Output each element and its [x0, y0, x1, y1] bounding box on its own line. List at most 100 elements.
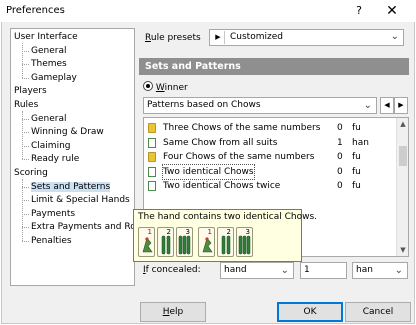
tree-connector	[22, 118, 29, 120]
bamboo-tile-icon: 3	[236, 227, 253, 257]
dots-icon	[148, 137, 156, 148]
pattern-unit: fu	[352, 166, 361, 177]
winner-radio[interactable]: Winner	[143, 81, 188, 93]
concealed-amount-input[interactable]: 1	[300, 262, 347, 279]
previous-arrow-icon[interactable]: ◀	[380, 97, 394, 114]
tree-connector	[22, 200, 29, 202]
tree-item-label: Gameplay	[31, 72, 77, 83]
tree-item[interactable]: Themes	[31, 58, 67, 70]
tree-item-label: User Interface	[14, 32, 78, 42]
dots-icon	[148, 181, 156, 191]
concealed-unit-select[interactable]: han ⌄	[352, 262, 408, 279]
tree-connector	[22, 111, 23, 160]
pattern-value: 0	[337, 181, 343, 191]
tree-connector	[22, 213, 29, 215]
pattern-name: Same Chow from all suits	[163, 137, 278, 148]
section-header: Sets and Patterns	[139, 58, 409, 75]
tree-connector	[22, 43, 23, 78]
if-concealed-label: If concealed:	[143, 265, 201, 275]
winner-label: Winner	[155, 83, 188, 93]
tree-item[interactable]: Penalties	[31, 235, 72, 247]
bamboo-tile-icon: 2	[157, 227, 174, 257]
radio-selected-icon[interactable]	[143, 81, 153, 91]
tree-item[interactable]: Extra Payments and Rou	[31, 221, 135, 233]
pattern-name: Two identical Chows twice	[163, 181, 281, 191]
tree-connector	[22, 241, 29, 242]
pattern-value: 1	[337, 137, 343, 148]
scroll-thumb[interactable]	[399, 146, 407, 166]
tree-item-label: Rules	[14, 100, 39, 110]
bamboo-tile-icon: 3	[176, 227, 193, 257]
scroll-up-icon[interactable]: ▲	[397, 118, 408, 130]
bamboo-tile-icon: 1	[198, 227, 215, 257]
next-arrow-icon[interactable]: ▶	[394, 97, 408, 114]
tree-item-label: General	[31, 45, 67, 56]
tree-item[interactable]: General	[31, 45, 66, 57]
pattern-unit: fu	[352, 152, 361, 162]
tree-item[interactable]: Claiming	[31, 140, 71, 152]
tree-item-label: Players	[14, 86, 47, 97]
play-arrow-icon[interactable]: ▶	[212, 31, 225, 44]
tree-item[interactable]: Payments	[31, 208, 75, 220]
tree-connector	[22, 77, 29, 79]
pattern-unit: han	[352, 137, 369, 148]
pattern-category-select[interactable]: Patterns based on Chows ⌄	[143, 97, 377, 114]
pattern-name: Two identical Chows	[162, 163, 255, 180]
tree-item[interactable]: Limit & Special Hands	[31, 194, 130, 206]
tree-item-label: Claiming	[31, 140, 71, 151]
help-button[interactable]: Help	[140, 302, 206, 322]
tree-connector	[22, 145, 29, 147]
tree-connector	[22, 64, 29, 66]
bamboo-tile-icon: 1	[138, 227, 155, 257]
settings-tree[interactable]: User Interface General Themes Gameplay Playe…	[10, 28, 135, 286]
rule-presets-value: Customized	[230, 32, 283, 42]
tree-item-label: Extra Payments and Rou	[31, 222, 135, 233]
pattern-row[interactable]: Three Chows of the same numbers 0 fu	[147, 121, 397, 135]
pattern-tooltip: The hand contains two identical Chows. 1…	[133, 209, 317, 262]
tree-item-label: Limit & Special Hands	[31, 195, 130, 206]
close-button[interactable]: ✕	[374, 2, 410, 20]
tree-item[interactable]: General	[31, 113, 66, 125]
pattern-unit: fu	[352, 181, 361, 191]
chevron-down-icon[interactable]: ⌄	[391, 31, 399, 42]
tree-item[interactable]: Sets and Patterns	[31, 181, 111, 193]
tree-item-label: General	[31, 113, 67, 124]
concealed-mode-select[interactable]: hand ⌄	[220, 262, 294, 279]
pattern-row[interactable]: Same Chow from all suits 1 han	[147, 136, 397, 150]
tree-connector	[22, 186, 29, 188]
pattern-row[interactable]: Four Chows of the same numbers 0 fu	[147, 150, 397, 164]
bamboo-icon	[148, 123, 156, 133]
tree-group[interactable]: Players	[14, 85, 47, 97]
tree-group[interactable]: User Interface	[14, 31, 78, 43]
window-title: Preferences	[6, 5, 65, 16]
pattern-value: 0	[337, 123, 343, 133]
tree-item[interactable]: Gameplay	[31, 72, 77, 84]
tree-item-label: Penalties	[31, 236, 72, 246]
cancel-button[interactable]: Cancel	[345, 302, 411, 322]
rule-presets-combo[interactable]: ▶ Customized ⌄	[209, 29, 404, 46]
pattern-value: 0	[337, 152, 343, 162]
bamboo-tile-icon: 2	[217, 227, 234, 257]
tree-item-label: Winning & Draw	[31, 127, 104, 138]
tree-group[interactable]: Rules	[14, 99, 38, 111]
dialog-body: User Interface General Themes Gameplay Playe…	[1, 22, 415, 324]
ok-button[interactable]: OK	[277, 302, 343, 322]
chevron-down-icon[interactable]: ⌄	[364, 98, 372, 113]
help-question-button[interactable]: ?	[346, 2, 372, 20]
tree-group[interactable]: Scoring	[14, 167, 48, 179]
chevron-down-icon[interactable]: ⌄	[395, 263, 403, 278]
tree-item-label: Themes	[31, 59, 67, 70]
concealed-mode-value: hand	[224, 265, 247, 275]
tree-connector	[22, 132, 29, 134]
tree-connector	[22, 50, 29, 52]
tree-item[interactable]: Winning & Draw	[31, 126, 104, 138]
scroll-down-icon[interactable]: ▼	[397, 244, 408, 256]
tree-item[interactable]: Ready rule	[31, 153, 79, 165]
list-scrollbar[interactable]: ▲ ▼	[396, 118, 408, 256]
concealed-unit-value: han	[356, 265, 373, 275]
pattern-row[interactable]: Two identical Chows twice 0 fu	[147, 179, 397, 193]
pattern-row[interactable]: Two identical Chows 0 fu	[147, 163, 397, 180]
pattern-name: Four Chows of the same numbers	[163, 152, 315, 162]
chevron-down-icon[interactable]: ⌄	[281, 263, 289, 278]
rule-presets-label: Rule presets	[145, 33, 201, 43]
